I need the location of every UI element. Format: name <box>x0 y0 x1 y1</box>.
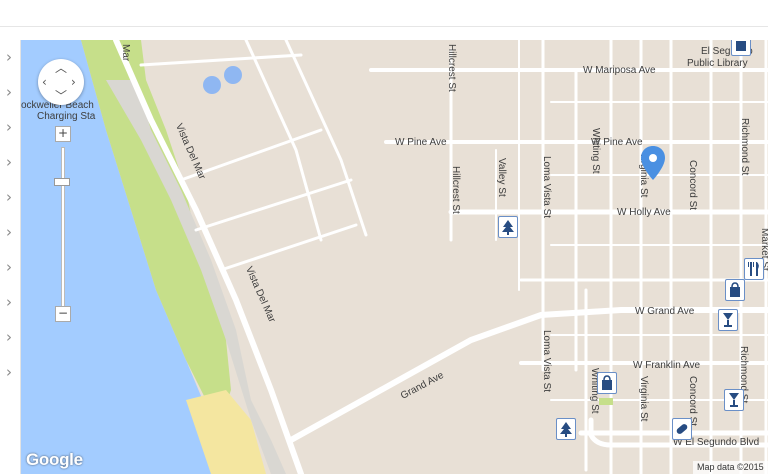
tree-icon <box>502 220 514 235</box>
park-poi[interactable] <box>556 418 576 440</box>
pill-icon <box>676 424 688 434</box>
map-canvas[interactable]: W Mariposa Ave W Pine Ave W Pine Ave W H… <box>21 40 768 474</box>
street-label: Valley St <box>496 158 507 197</box>
pond <box>203 76 221 94</box>
google-logo: Google <box>26 450 83 469</box>
shopping-bag-icon <box>602 375 612 390</box>
street-label: Hillcrest St <box>446 44 457 92</box>
top-bar <box>0 0 768 27</box>
wine-glass-icon <box>723 313 733 327</box>
shop-poi[interactable] <box>725 279 745 301</box>
street-label: Mar <box>120 44 131 62</box>
street-label: Concord St <box>687 160 698 211</box>
street-label: W Pine Ave <box>395 137 447 148</box>
park-poi[interactable] <box>498 216 518 238</box>
chevron-right-icon[interactable]: › <box>2 155 16 170</box>
chevron-right-icon[interactable]: › <box>2 260 16 275</box>
zoom-in-button[interactable]: + <box>55 126 71 142</box>
wine-glass-icon <box>729 393 739 407</box>
zoom-out-button[interactable]: − <box>55 306 71 322</box>
book-icon <box>736 41 746 51</box>
street-label: Loma Vista St <box>541 156 552 219</box>
chevron-right-icon[interactable]: › <box>2 190 16 205</box>
chevron-right-icon[interactable]: › <box>2 365 16 380</box>
pharmacy-poi[interactable] <box>672 418 692 440</box>
street-label: Hillcrest St <box>450 166 461 214</box>
pan-control[interactable]: ︿ ﹀ ‹ › <box>38 59 84 105</box>
park-patch <box>599 398 613 405</box>
zoom-slider-track[interactable] <box>61 147 65 308</box>
chevron-right-icon[interactable]: › <box>2 330 16 345</box>
bar-poi[interactable] <box>724 389 744 411</box>
map-attribution[interactable]: Map data ©2015 <box>693 461 768 474</box>
chevron-right-icon[interactable]: › <box>2 295 16 310</box>
shopping-bag-icon <box>730 282 740 297</box>
arrow-left-icon[interactable]: ‹ <box>42 76 47 88</box>
arrow-right-icon[interactable]: › <box>71 76 76 88</box>
fork-knife-icon <box>748 262 759 276</box>
location-marker-icon[interactable] <box>640 145 666 181</box>
place-label: Charging Sta <box>37 111 96 122</box>
street-label: W Franklin Ave <box>633 360 701 371</box>
shop-poi[interactable] <box>597 372 617 394</box>
street-label: Richmond St <box>739 118 750 176</box>
street-label: W Grand Ave <box>635 306 695 317</box>
street-label: Whiting St <box>590 128 601 174</box>
zoom-slider-thumb[interactable] <box>54 178 70 186</box>
library-poi[interactable] <box>731 40 751 56</box>
arrow-down-icon[interactable]: ﹀ <box>55 90 67 102</box>
street-label: Loma Vista St <box>541 330 552 393</box>
tree-icon <box>560 422 572 437</box>
side-list: › › › › › › › › › › <box>0 40 21 474</box>
chevron-right-icon[interactable]: › <box>2 120 16 135</box>
place-label: Public Library <box>687 58 748 69</box>
arrow-up-icon[interactable]: ︿ <box>55 62 67 74</box>
pond <box>224 66 242 84</box>
chevron-right-icon[interactable]: › <box>2 85 16 100</box>
chevron-right-icon[interactable]: › <box>2 50 16 65</box>
street-label: Virginia St <box>638 376 649 422</box>
street-label: W Holly Ave <box>617 207 671 218</box>
bar-poi[interactable] <box>718 309 738 331</box>
street-label: W Mariposa Ave <box>583 65 656 76</box>
chevron-right-icon[interactable]: › <box>2 225 16 240</box>
map-base <box>21 40 768 474</box>
restaurant-poi[interactable] <box>744 258 764 280</box>
